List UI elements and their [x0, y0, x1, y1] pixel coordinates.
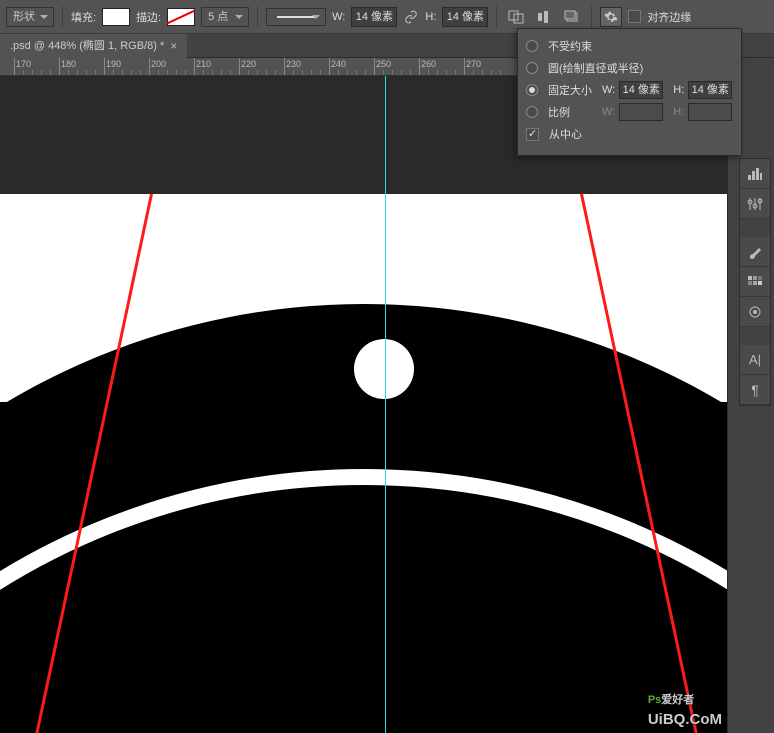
document-tab[interactable]: .psd @ 448% (椭圆 1, RGB/8) * ×: [0, 34, 187, 58]
panel-dock: A| ¶: [739, 158, 771, 406]
watermark-txt: 爱好者: [661, 694, 694, 706]
ruler-tick-label: 190: [106, 59, 121, 69]
watermark-ps: Ps: [648, 694, 661, 706]
from-center-checkbox[interactable]: [526, 128, 539, 141]
ruler-tick-label: 260: [421, 59, 436, 69]
fixed-w-label: W:: [602, 84, 615, 96]
ruler-tick-label: 170: [16, 59, 31, 69]
character-panel-icon[interactable]: A|: [740, 345, 770, 375]
ruler-tick-label: 270: [466, 59, 481, 69]
radio-circle[interactable]: [526, 62, 538, 74]
dock-gap: [740, 219, 770, 237]
width-label: W:: [332, 11, 345, 23]
fill-swatch[interactable]: [102, 8, 130, 26]
divider: [496, 6, 497, 28]
ruler-tick-label: 210: [196, 59, 211, 69]
white-circle: [354, 339, 414, 399]
stroke-swatch[interactable]: [167, 8, 195, 26]
shape-options-gear-icon[interactable]: [600, 7, 622, 27]
stroke-style-dropdown[interactable]: [266, 8, 326, 26]
ruler-tick-label: 250: [376, 59, 391, 69]
ruler-tick-label: 230: [286, 59, 301, 69]
artboard: [0, 194, 727, 733]
path-align-icon[interactable]: [533, 7, 555, 27]
prop-w-label: W:: [602, 106, 615, 118]
right-panel-strip: A| ¶: [727, 58, 774, 733]
stroke-label: 描边:: [136, 9, 161, 25]
fill-label: 填充:: [71, 9, 96, 25]
vertical-guide[interactable]: [385, 76, 386, 733]
divider: [591, 6, 592, 28]
stroke-width-dropdown[interactable]: 5 点: [201, 7, 249, 27]
histogram-panel-icon[interactable]: [740, 159, 770, 189]
swatches-panel-icon[interactable]: [740, 267, 770, 297]
close-icon[interactable]: ×: [170, 34, 177, 58]
dock-gap: [740, 327, 770, 345]
brush-panel-icon[interactable]: [740, 237, 770, 267]
radio-proportional[interactable]: [526, 106, 538, 118]
paragraph-panel-icon[interactable]: ¶: [740, 375, 770, 405]
ruler-tick-label: 180: [61, 59, 76, 69]
radio-circle-label: 圆(绘制直径或半径): [548, 60, 643, 76]
height-input[interactable]: 14 像素: [442, 7, 488, 27]
radio-proportional-label: 比例: [548, 104, 598, 120]
divider: [257, 6, 258, 28]
watermark: Ps爱好者 UiBQ.CoM: [648, 687, 722, 729]
radio-unconstrained-label: 不受约束: [548, 38, 592, 54]
ellipse-options-flyout: 不受约束 圆(绘制直径或半径) 固定大小 W: 14 像素 H: 14 像素 比…: [517, 28, 742, 156]
align-edges-label: 对齐边缘: [647, 9, 691, 25]
styles-panel-icon[interactable]: [740, 297, 770, 327]
tool-mode-dropdown[interactable]: 形状: [6, 7, 54, 27]
width-input[interactable]: 14 像素: [351, 7, 397, 27]
ruler-tick-label: 220: [241, 59, 256, 69]
ruler-tick-label: 240: [331, 59, 346, 69]
from-center-label: 从中心: [549, 126, 582, 142]
fixed-h-input[interactable]: 14 像素: [688, 81, 732, 99]
path-combine-icon[interactable]: [505, 7, 527, 27]
adjustments-panel-icon[interactable]: [740, 189, 770, 219]
divider: [62, 6, 63, 28]
radio-fixed-size[interactable]: [526, 84, 538, 96]
prop-h-input: [688, 103, 732, 121]
height-label: H:: [425, 11, 436, 23]
fixed-h-label: H:: [673, 84, 684, 96]
ruler-tick-label: 200: [151, 59, 166, 69]
path-arrange-icon[interactable]: [561, 7, 583, 27]
radio-unconstrained[interactable]: [526, 40, 538, 52]
prop-w-input: [619, 103, 663, 121]
link-wh-icon[interactable]: [403, 9, 419, 25]
radio-fixed-size-label: 固定大小: [548, 82, 598, 98]
prop-h-label: H:: [673, 106, 684, 118]
canvas[interactable]: [0, 76, 727, 733]
document-tab-title: .psd @ 448% (椭圆 1, RGB/8) *: [10, 34, 164, 58]
align-edges-checkbox[interactable]: [628, 10, 641, 23]
watermark-url: UiBQ.CoM: [648, 711, 722, 728]
fixed-w-input[interactable]: 14 像素: [619, 81, 663, 99]
